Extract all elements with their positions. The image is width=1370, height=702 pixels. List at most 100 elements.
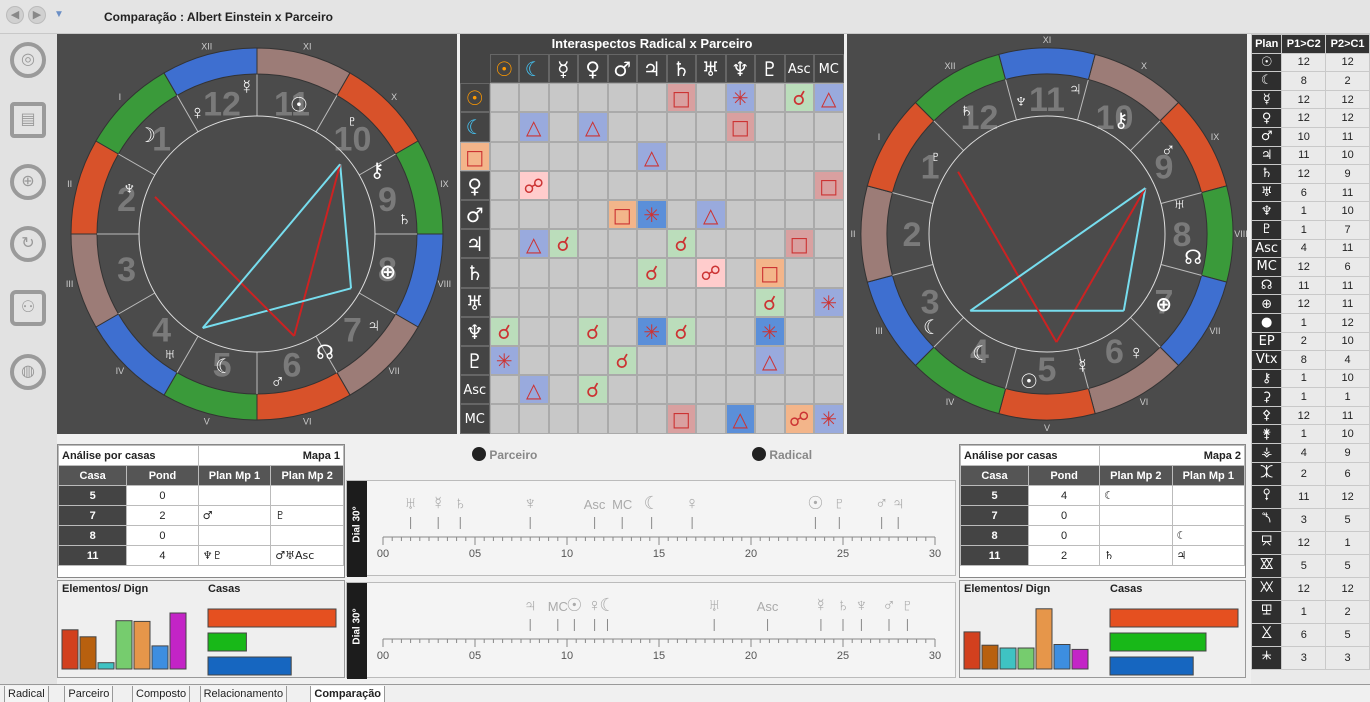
grid-cell[interactable] — [519, 404, 549, 434]
grid-cell[interactable] — [696, 316, 726, 346]
aspect-glyph[interactable]: ✳ — [814, 287, 844, 317]
right-table-row[interactable]: ♆ 1 10 — [1250, 201, 1370, 221]
grid-cell[interactable] — [489, 287, 519, 317]
right-table-row[interactable]: ⯵ 12 12 — [1250, 576, 1370, 601]
grid-cell[interactable] — [578, 287, 608, 317]
right-table-row[interactable]: ● 1 12 — [1250, 312, 1370, 333]
grid-cell[interactable] — [666, 112, 696, 142]
aspect-glyph[interactable]: ☌ — [578, 375, 608, 405]
grid-cell[interactable] — [696, 404, 726, 434]
aspect-glyph[interactable]: □ — [666, 404, 696, 434]
right-table-row[interactable]: ♅ 6 11 — [1250, 182, 1370, 203]
grid-cell[interactable] — [519, 287, 549, 317]
aspect-glyph[interactable]: ✳ — [814, 404, 844, 434]
grid-cell[interactable] — [637, 375, 667, 405]
grid-cell[interactable] — [784, 170, 814, 200]
grid-cell[interactable] — [696, 141, 726, 171]
chevron-down-icon[interactable]: ▼ — [54, 9, 64, 20]
grid-cell[interactable] — [784, 141, 814, 171]
aspect-glyph[interactable]: △ — [725, 404, 755, 434]
grid-cell[interactable] — [755, 404, 785, 434]
aspect-glyph[interactable]: △ — [755, 346, 785, 376]
aspect-glyph[interactable]: ☍ — [519, 170, 549, 200]
grid-cell[interactable] — [666, 258, 696, 288]
grid-cell[interactable] — [607, 83, 637, 113]
grid-cell[interactable] — [519, 141, 549, 171]
grid-cell[interactable] — [725, 200, 755, 230]
aspect-glyph[interactable]: ✳ — [755, 316, 785, 346]
grid-cell[interactable] — [696, 170, 726, 200]
grid-cell[interactable] — [489, 170, 519, 200]
right-table-row[interactable]: ⚶ 4 9 — [1250, 443, 1370, 463]
aspect-glyph[interactable]: ☌ — [755, 287, 785, 317]
grid-cell[interactable] — [725, 170, 755, 200]
grid-cell[interactable] — [607, 404, 637, 434]
grid-cell[interactable] — [784, 316, 814, 346]
aspect-glyph[interactable]: □ — [755, 258, 785, 288]
grid-cell[interactable] — [548, 316, 578, 346]
tab-parceiro[interactable]: Parceiro — [64, 686, 114, 702]
grid-cell[interactable] — [814, 346, 844, 376]
aspect-glyph[interactable]: △ — [519, 229, 549, 259]
grid-cell[interactable] — [637, 346, 667, 376]
grid-cell[interactable] — [489, 83, 519, 113]
grid-cell[interactable] — [814, 141, 844, 171]
aspect-glyph[interactable]: □ — [814, 170, 844, 200]
right-table-row[interactable]: ☉ 12 12 — [1250, 52, 1370, 73]
tab-comparação[interactable]: Comparação — [310, 686, 386, 702]
grid-cell[interactable] — [548, 258, 578, 288]
grid-cell[interactable] — [607, 316, 637, 346]
right-table-row[interactable]: ⯸ 3 3 — [1250, 645, 1370, 670]
aspect-glyph[interactable]: ☌ — [784, 83, 814, 113]
grid-cell[interactable] — [666, 375, 696, 405]
grid-cell[interactable] — [607, 170, 637, 200]
aspect-glyph[interactable]: □ — [784, 229, 814, 259]
natal-wheel-2[interactable]: X10 IX9VIII8VII7VI6V5IV4III3II 2I1XII12XI1… — [847, 34, 1247, 434]
grid-cell[interactable] — [489, 200, 519, 230]
grid-cell[interactable] — [725, 141, 755, 171]
grid-cell[interactable] — [637, 83, 667, 113]
right-table-row[interactable]: Vtx 8 4 — [1250, 350, 1370, 370]
aspect-glyph[interactable]: □ — [460, 141, 490, 171]
grid-cell[interactable] — [784, 346, 814, 376]
right-table-row[interactable]: ⯴ 5 5 — [1250, 553, 1370, 578]
aspect-glyph[interactable]: ☌ — [607, 346, 637, 376]
grid-cell[interactable] — [666, 200, 696, 230]
grid-cell[interactable] — [696, 112, 726, 142]
aspect-glyph[interactable]: ✳ — [637, 200, 667, 230]
aspect-glyph[interactable]: ✳ — [725, 83, 755, 113]
aspect-glyph[interactable]: △ — [696, 200, 726, 230]
grid-cell[interactable] — [814, 112, 844, 142]
grid-cell[interactable] — [814, 316, 844, 346]
wheel-icon[interactable]: ◎ — [10, 42, 46, 78]
grid-cell[interactable] — [784, 375, 814, 405]
aspect-glyph[interactable]: ☌ — [489, 316, 519, 346]
grid-cell[interactable] — [755, 170, 785, 200]
report-clock-icon[interactable]: ▤ — [10, 102, 46, 138]
right-table-row[interactable]: ⯶ 1 2 — [1250, 599, 1370, 624]
right-table-row[interactable]: ☾ 8 2 — [1250, 71, 1370, 91]
right-table-row[interactable]: ⯷ 6 5 — [1250, 622, 1370, 647]
right-table-row[interactable]: ⯰ 2 6 — [1250, 461, 1370, 486]
grid-cell[interactable] — [666, 141, 696, 171]
right-table-row[interactable]: ⯲ 3 5 — [1250, 507, 1370, 532]
grid-cell[interactable] — [637, 112, 667, 142]
grid-cell[interactable] — [578, 346, 608, 376]
grid-cell[interactable] — [489, 375, 519, 405]
grid-cell[interactable] — [548, 346, 578, 376]
grid-cell[interactable] — [814, 258, 844, 288]
grid-cell[interactable] — [548, 170, 578, 200]
grid-cell[interactable] — [814, 200, 844, 230]
grid-cell[interactable] — [725, 375, 755, 405]
right-table-row[interactable]: ☊ 11 11 — [1250, 275, 1370, 296]
grid-cell[interactable] — [725, 258, 755, 288]
grid-cell[interactable] — [548, 404, 578, 434]
world-icon[interactable]: ◍ — [10, 354, 46, 390]
tab-radical[interactable]: Radical — [4, 686, 49, 702]
grid-cell[interactable] — [578, 200, 608, 230]
grid-cell[interactable] — [548, 83, 578, 113]
aspect-glyph[interactable]: ☌ — [666, 316, 696, 346]
grid-cell[interactable] — [607, 287, 637, 317]
grid-cell[interactable] — [489, 404, 519, 434]
grid-cell[interactable] — [666, 287, 696, 317]
